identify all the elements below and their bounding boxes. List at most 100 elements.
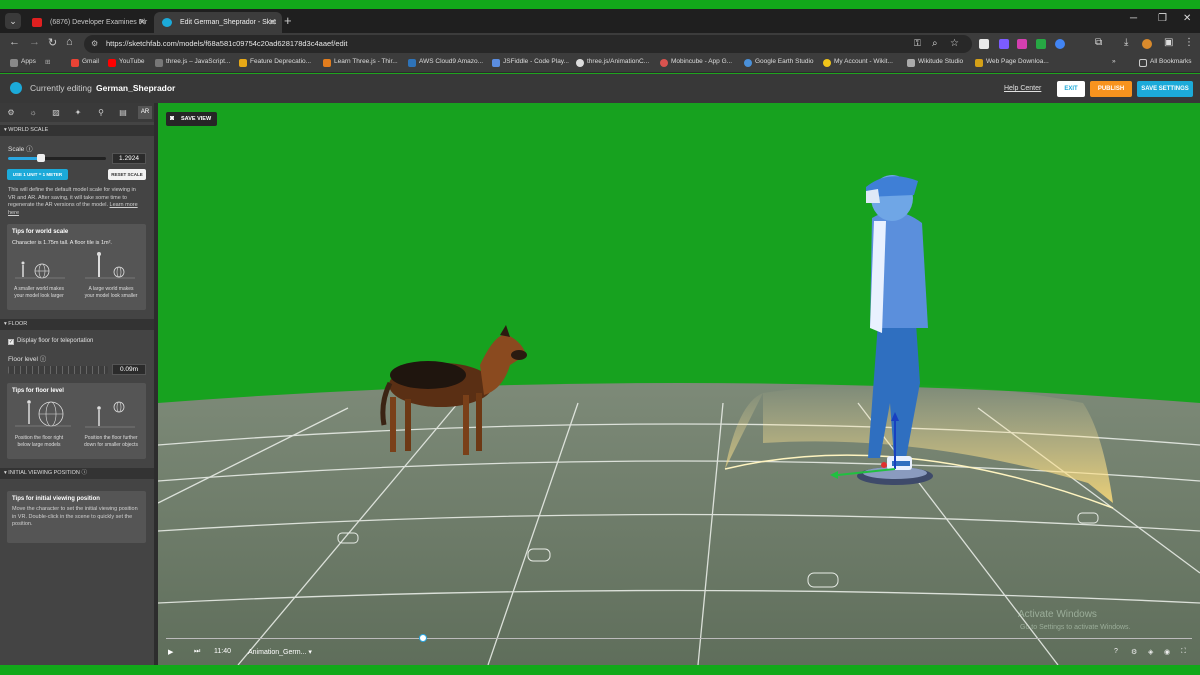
section-title: FLOOR (8, 321, 28, 327)
bookmark-aws[interactable]: AWS Cloud9 Amazo... (408, 58, 484, 67)
tip-caption: A large world makes your model look smal… (84, 286, 138, 299)
bookmark-gmail[interactable]: Gmail (71, 58, 99, 67)
password-key-icon[interactable]: ⚿ (914, 38, 921, 49)
menu-kebab-icon[interactable]: ⋮ (1184, 37, 1194, 48)
floor-level-label: Floor level ⓘ (8, 353, 46, 363)
bookmark-label: AWS Cloud9 Amazo... (419, 58, 484, 65)
help-circle-icon[interactable]: ⓘ (81, 470, 87, 476)
bookmark-apps[interactable]: Apps (10, 58, 36, 67)
3d-viewport[interactable]: ◙ SAVE VIEW Activate Windows Go to Setti… (158, 103, 1200, 665)
extension-icon[interactable] (1017, 39, 1027, 49)
location-pin-icon[interactable]: ⚲ (94, 106, 108, 119)
lightbulb-icon[interactable]: ☼ (26, 106, 40, 119)
tab-title: Edit German_Sheprador - Sket (180, 19, 277, 26)
tab-youtube[interactable]: (6876) Developer Examines Pir ✕ (24, 12, 152, 33)
inspector-icon[interactable]: ◉ (1164, 648, 1170, 656)
aws-icon (408, 59, 416, 67)
bookmark-mobincube[interactable]: Mobincube - App G... (660, 58, 732, 67)
help-center-link[interactable]: Help Center (1004, 85, 1041, 92)
vr-icon[interactable]: ◈ (1148, 648, 1153, 656)
film-icon[interactable]: ▤ (116, 106, 130, 119)
close-window-icon[interactable]: ✕ (1183, 13, 1191, 24)
dropdown-caret-icon: ▾ (308, 649, 312, 656)
all-bookmarks[interactable]: All Bookmarks (1139, 58, 1192, 67)
animation-name: Animation_Germ... (248, 649, 307, 656)
bookmark-learn-threejs[interactable]: Learn Three.js - Thir... (323, 58, 398, 67)
help-circle-icon[interactable]: ⓘ (40, 356, 47, 363)
forward-icon[interactable]: → (29, 36, 40, 48)
tips-title: Tips for world scale (12, 229, 69, 235)
animation-select[interactable]: Animation_Germ... ▾ (248, 648, 312, 656)
timeline-handle[interactable] (418, 634, 427, 642)
save-view-button[interactable]: ◙ SAVE VIEW (166, 112, 218, 126)
zoom-icon[interactable]: ⌕ (932, 38, 938, 49)
bookmark-wikitude-account[interactable]: My Account - Wikit... (823, 58, 893, 67)
floor-level-slider[interactable] (8, 366, 108, 374)
tips-line: Character is 1.75m tall. A floor tile is… (12, 240, 112, 246)
bookmark-feature[interactable]: Feature Deprecatio... (239, 58, 311, 67)
jsfiddle-icon (492, 59, 500, 67)
floor-header[interactable]: ▾ FLOOR (0, 319, 154, 330)
bookmark-label: three.js/AnimationC... (587, 58, 650, 65)
minimize-icon[interactable]: ─ (1130, 13, 1137, 24)
magic-wand-icon[interactable]: ✦ (71, 106, 85, 119)
reload-icon[interactable]: ↻ (48, 36, 57, 49)
bookmark-google-earth[interactable]: Google Earth Studio (744, 58, 814, 67)
display-floor-checkbox[interactable]: ✓ (8, 339, 14, 345)
bookmark-web-downloader[interactable]: Web Page Downloa... (975, 58, 1049, 67)
help-icon[interactable]: ? (1114, 648, 1118, 655)
side-panel-icon[interactable]: ▣ (1164, 37, 1173, 48)
publish-button[interactable]: PUBLISH (1090, 81, 1132, 97)
save-settings-button[interactable]: SAVE SETTINGS (1137, 81, 1193, 97)
help-circle-icon[interactable]: ⓘ (26, 146, 33, 153)
bookmark-label: All Bookmarks (1150, 58, 1192, 65)
bookmark-label: YouTube (119, 58, 145, 65)
play-icon[interactable]: ▶ (168, 648, 173, 656)
reset-scale-button[interactable]: RESET SCALE (108, 169, 146, 180)
image-icon[interactable]: ▨ (49, 106, 63, 119)
tab-sketchfab-edit[interactable]: Edit German_Sheprador - Sket ✕ (154, 12, 282, 33)
animation-timeline[interactable] (166, 638, 1192, 639)
bookmark-star-icon[interactable]: ☆ (950, 38, 959, 49)
skip-forward-icon[interactable]: ⏭ (194, 648, 200, 656)
home-icon[interactable]: ⌂ (66, 36, 73, 48)
close-icon[interactable]: ✕ (138, 12, 146, 33)
gear-icon[interactable]: ⚙ (4, 106, 18, 119)
maximize-icon[interactable]: ❐ (1158, 13, 1167, 24)
bookmark-youtube[interactable]: YouTube (108, 58, 145, 67)
extension-icon[interactable] (1055, 39, 1065, 49)
extensions-puzzle-icon[interactable]: ⧉ (1095, 37, 1102, 48)
fullscreen-icon[interactable]: ⛶ (1181, 648, 1186, 656)
profile-avatar-icon[interactable] (1142, 39, 1152, 49)
viewing-position-header[interactable]: ▾ INITIAL VIEWING POSITION ⓘ (0, 468, 154, 479)
settings-gear-icon[interactable]: ⚙ (1131, 648, 1137, 656)
tab-groups-icon[interactable]: ⊞ (45, 58, 50, 66)
new-tab-icon[interactable]: + (284, 13, 292, 29)
more-bookmarks-icon[interactable]: » (1112, 58, 1116, 65)
back-icon[interactable]: ← (9, 36, 20, 48)
tab-ar[interactable]: AR (138, 106, 152, 119)
bookmark-jsfiddle[interactable]: JSFiddle - Code Play... (492, 58, 569, 67)
scene-canvas[interactable] (158, 103, 1200, 665)
extension-m-icon[interactable] (979, 39, 989, 49)
world-scale-header[interactable]: ▾ WORLD SCALE (0, 125, 154, 136)
scale-value-input[interactable]: 1.2924 (112, 153, 146, 164)
tab-search-icon[interactable]: ⌄ (5, 13, 21, 29)
sketchfab-logo-icon[interactable] (10, 82, 22, 94)
extension-icon[interactable] (999, 39, 1009, 49)
scale-slider-fill (8, 157, 42, 160)
use-unit-button[interactable]: USE 1 UNIT = 1 METER (7, 169, 68, 180)
close-icon[interactable]: ✕ (268, 12, 276, 33)
extension-icon[interactable] (1036, 39, 1046, 49)
download-icon[interactable]: ⤓ (1124, 37, 1128, 48)
exit-button[interactable]: EXIT (1057, 81, 1085, 97)
bookmarks-bar: Apps ⊞ Gmail YouTube three.js – JavaScri… (0, 55, 1200, 73)
scale-slider-handle[interactable] (37, 154, 46, 162)
editing-label: Currently editing (30, 83, 92, 93)
floor-level-input[interactable]: 0.09m (112, 364, 146, 375)
url-field[interactable]: ⚙ https://sketchfab.com/models/f68a581c0… (84, 35, 972, 53)
bookmark-wikitude-studio[interactable]: Wikitude Studio (907, 58, 963, 67)
site-info-icon[interactable]: ⚙ (91, 39, 98, 48)
bookmark-threejs[interactable]: three.js – JavaScript... (155, 58, 230, 67)
bookmark-github[interactable]: three.js/AnimationC... (576, 58, 650, 67)
